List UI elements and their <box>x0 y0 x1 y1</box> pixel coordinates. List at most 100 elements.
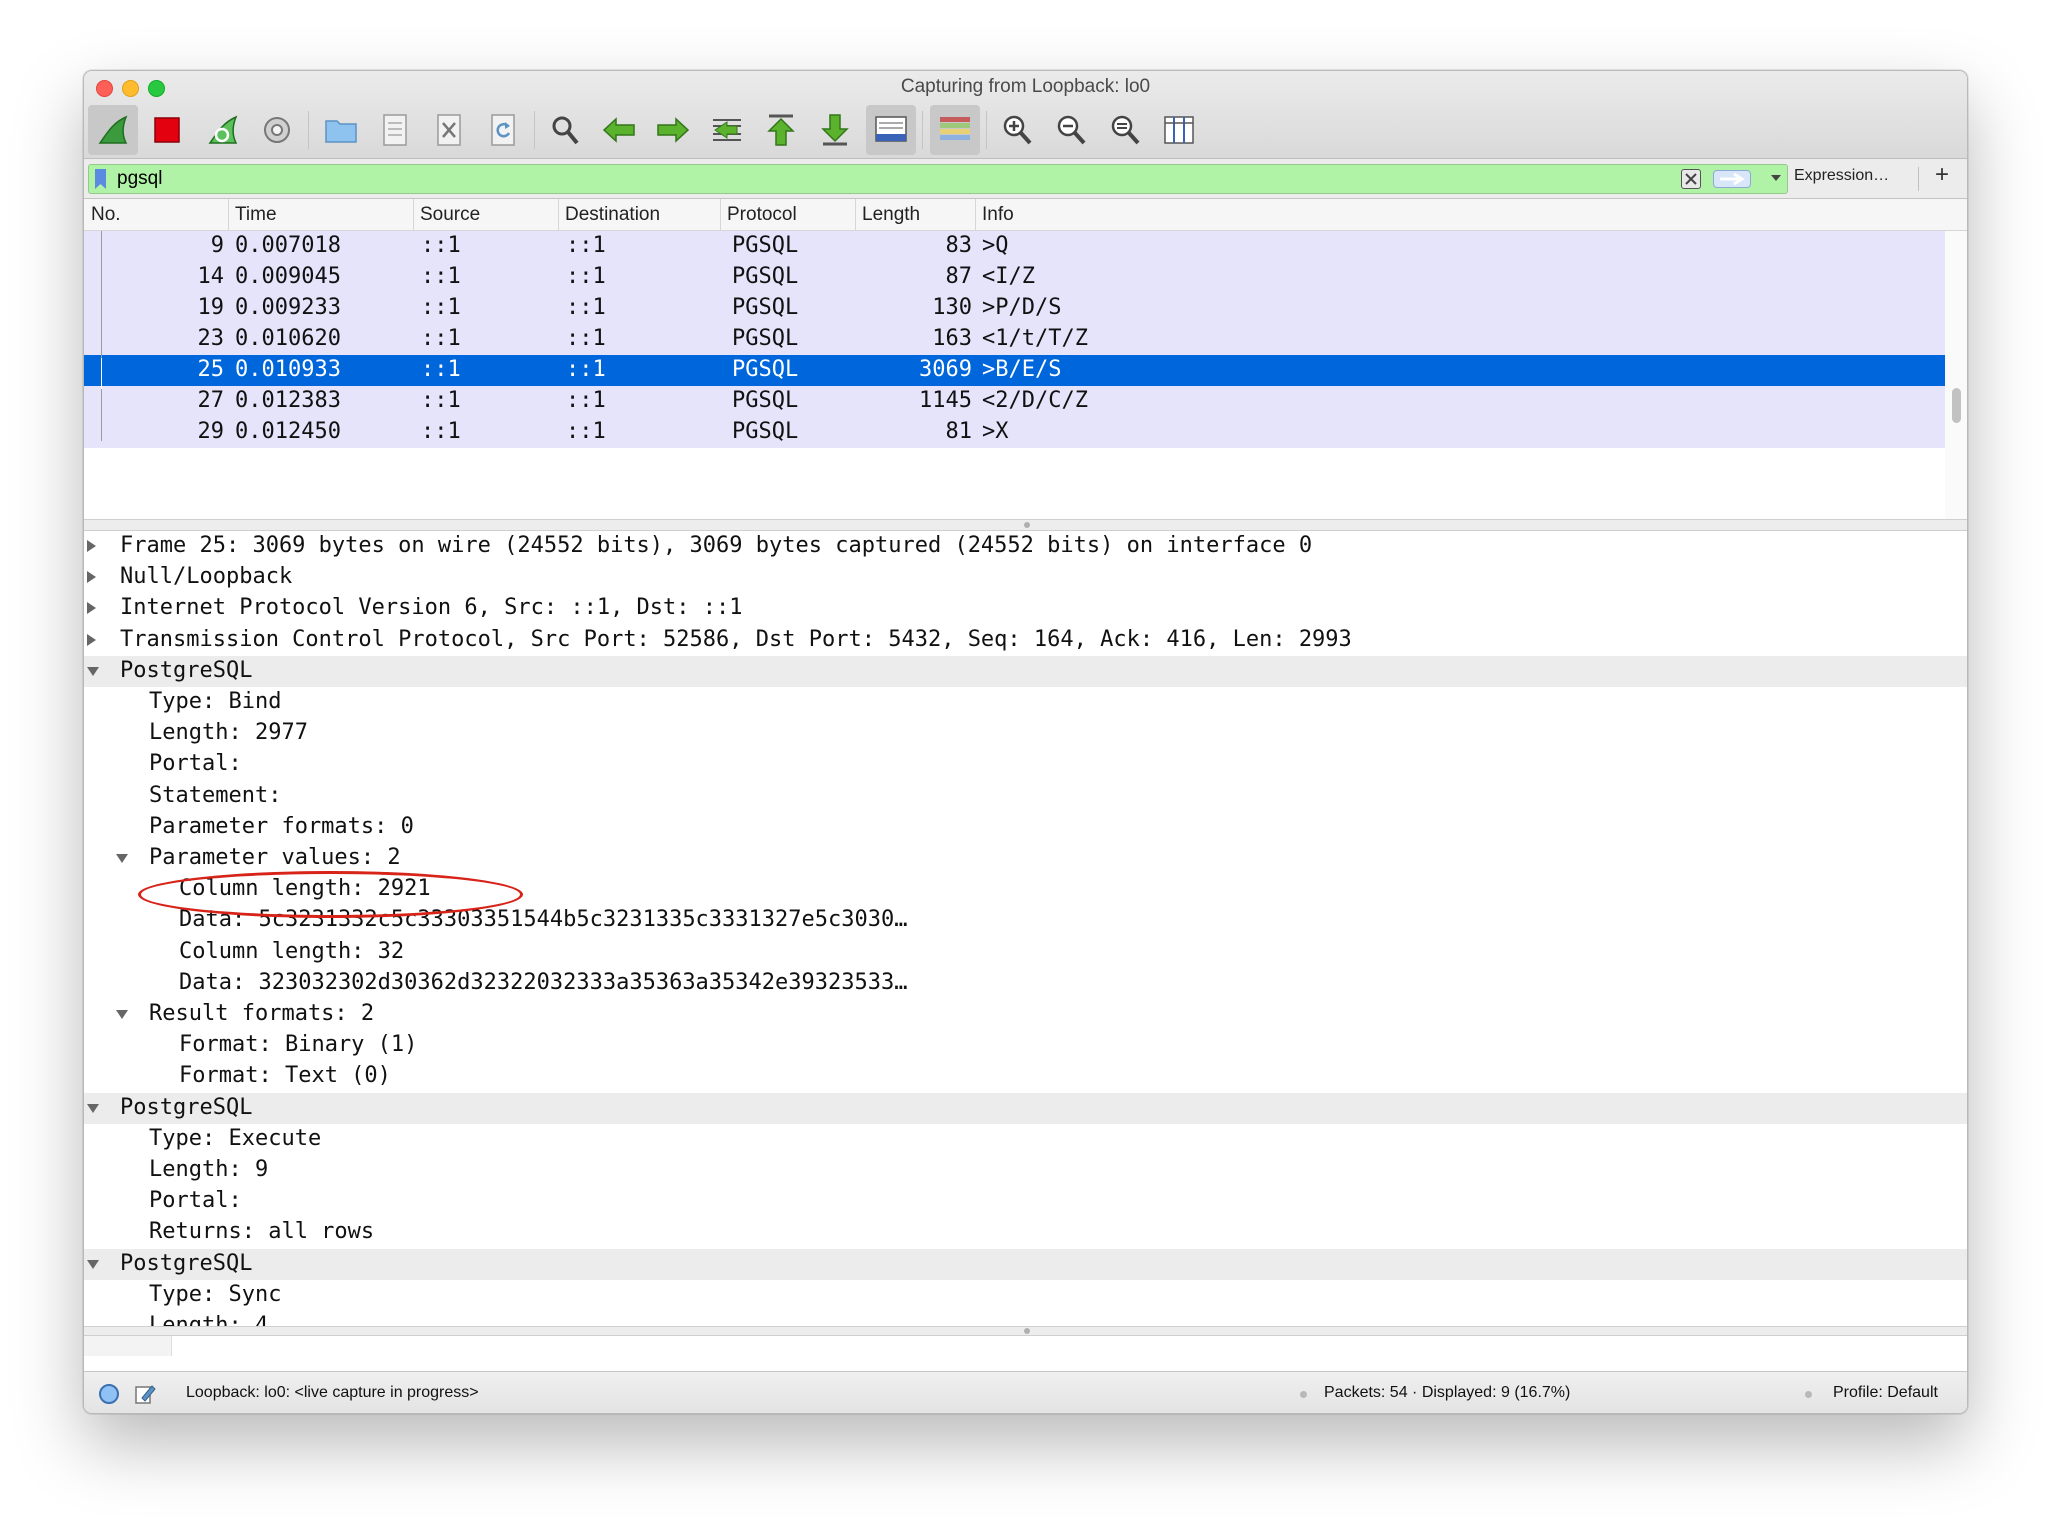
packet-list-header: No. Time Source Destination Protocol Len… <box>84 199 1967 231</box>
normal-size-icon[interactable] <box>1100 105 1150 155</box>
splitter-handle-icon[interactable] <box>1024 1328 1030 1334</box>
column-header-time[interactable]: Time <box>235 204 277 226</box>
expand-chevron-right-icon[interactable] <box>87 540 96 552</box>
close-file-icon[interactable] <box>424 105 474 155</box>
column-header-destination[interactable]: Destination <box>565 204 660 226</box>
go-back-icon[interactable] <box>594 105 644 155</box>
find-packet-icon[interactable] <box>540 105 590 155</box>
detail-tree-row[interactable]: Parameter formats: 0 <box>84 812 1967 843</box>
column-divider[interactable] <box>413 199 414 231</box>
auto-scroll-icon[interactable] <box>866 105 916 155</box>
profile-text[interactable]: Profile: Default <box>1833 1384 1938 1402</box>
detail-tree-row[interactable]: Type: Sync <box>84 1280 1967 1311</box>
column-header-info[interactable]: Info <box>982 204 1014 226</box>
detail-tree-text: PostgreSQL <box>120 1251 253 1276</box>
expand-chevron-right-icon[interactable] <box>87 571 96 583</box>
packet-bytes-pane[interactable] <box>84 1336 1967 1364</box>
packet-row[interactable]: 9 0.007018::1::1 PGSQL 83 >Q <box>84 231 1946 262</box>
detail-tree-row[interactable]: Null/Loopback <box>84 562 1967 593</box>
column-divider[interactable] <box>855 199 856 231</box>
column-divider[interactable] <box>558 199 559 231</box>
packet-row[interactable]: 23 0.010620::1::1 PGSQL 163 <1/t/T/Z <box>84 324 1946 355</box>
cell-time: 0.012450 <box>235 419 341 444</box>
bytes-tab[interactable] <box>84 1336 172 1356</box>
packet-row[interactable]: 27 0.012383::1::1 PGSQL 1145 <2/D/C/Z <box>84 386 1946 417</box>
restart-capture-icon[interactable] <box>198 105 248 155</box>
expression-button[interactable]: Expression… <box>1794 167 1889 185</box>
packet-row[interactable]: 19 0.009233::1::1 PGSQL 130 >P/D/S <box>84 293 1946 324</box>
expert-info-icon[interactable] <box>98 1383 120 1410</box>
expand-chevron-right-icon[interactable] <box>87 602 96 614</box>
expand-chevron-down-icon[interactable] <box>87 667 99 676</box>
resize-columns-icon[interactable] <box>1154 105 1204 155</box>
detail-tree-row[interactable]: PostgreSQL <box>84 1093 1967 1124</box>
packet-details-tree[interactable]: Frame 25: 3069 bytes on wire (24552 bits… <box>84 531 1967 1411</box>
packet-list[interactable]: No. Time Source Destination Protocol Len… <box>84 199 1967 531</box>
detail-tree-row[interactable]: PostgreSQL <box>84 1249 1967 1280</box>
detail-tree-row[interactable]: Result formats: 2 <box>84 999 1967 1030</box>
detail-tree-row[interactable]: PostgreSQL <box>84 656 1967 687</box>
detail-tree-row[interactable]: Portal: <box>84 1186 1967 1217</box>
capture-comment-icon[interactable] <box>134 1383 156 1410</box>
column-header-length[interactable]: Length <box>862 204 920 226</box>
pane-splitter[interactable] <box>84 519 1967 531</box>
detail-tree-row[interactable]: Portal: <box>84 749 1967 780</box>
last-packet-icon[interactable] <box>810 105 860 155</box>
detail-tree-row[interactable]: Frame 25: 3069 bytes on wire (24552 bits… <box>84 531 1967 562</box>
detail-tree-row[interactable]: Type: Execute <box>84 1124 1967 1155</box>
expand-chevron-right-icon[interactable] <box>87 634 96 646</box>
column-header-protocol[interactable]: Protocol <box>727 204 797 226</box>
packet-row[interactable]: 25 0.010933::1::1 PGSQL 3069 >B/E/S <box>84 355 1946 386</box>
clear-filter-icon[interactable] <box>1681 169 1701 189</box>
go-forward-icon[interactable] <box>648 105 698 155</box>
expand-chevron-down-icon[interactable] <box>87 1260 99 1269</box>
detail-tree-row[interactable]: Length: 9 <box>84 1155 1967 1186</box>
go-to-packet-icon[interactable] <box>702 105 752 155</box>
detail-tree-row[interactable]: Format: Text (0) <box>84 1061 1967 1092</box>
bookmark-icon[interactable] <box>95 169 106 189</box>
open-file-icon[interactable] <box>316 105 366 155</box>
detail-tree-row[interactable]: Data: 323032302d30362d32322032333a35363a… <box>84 968 1967 999</box>
packet-row[interactable]: 14 0.009045::1::1 PGSQL 87 <I/Z <box>84 262 1946 293</box>
zoom-out-icon[interactable] <box>1046 105 1096 155</box>
column-header-no[interactable]: No. <box>91 204 121 226</box>
stop-capture-icon[interactable] <box>142 105 192 155</box>
zoom-in-icon[interactable] <box>992 105 1042 155</box>
detail-tree-row[interactable]: Returns: all rows <box>84 1217 1967 1248</box>
detail-tree-row[interactable]: Length: 2977 <box>84 718 1967 749</box>
reload-file-icon[interactable] <box>478 105 528 155</box>
apply-filter-icon[interactable] <box>1713 170 1751 188</box>
detail-tree-row[interactable]: Type: Bind <box>84 687 1967 718</box>
packet-row[interactable]: 29 0.012450::1::1 PGSQL 81 >X <box>84 417 1946 448</box>
packet-list-scroll-thumb[interactable] <box>1952 388 1961 423</box>
first-packet-icon[interactable] <box>756 105 806 155</box>
shark-fin-start-icon[interactable] <box>88 105 138 155</box>
detail-tree-row[interactable]: Column length: 32 <box>84 937 1967 968</box>
detail-tree-row[interactable]: Parameter values: 2 <box>84 843 1967 874</box>
display-filter-value[interactable]: pgsql <box>117 168 162 190</box>
cell-protocol: PGSQL <box>732 264 799 289</box>
filter-history-chevron-down-icon[interactable] <box>1771 175 1781 181</box>
expand-chevron-down-icon[interactable] <box>87 1104 99 1113</box>
column-header-source[interactable]: Source <box>420 204 480 226</box>
detail-tree-row[interactable]: Format: Binary (1) <box>84 1030 1967 1061</box>
column-divider[interactable] <box>720 199 721 231</box>
save-file-icon[interactable] <box>370 105 420 155</box>
capture-options-icon[interactable] <box>252 105 302 155</box>
detail-tree-row[interactable]: Transmission Control Protocol, Src Port:… <box>84 625 1967 656</box>
splitter-handle-icon[interactable] <box>1024 522 1030 528</box>
column-divider[interactable] <box>228 199 229 231</box>
cell-info: <2/D/C/Z <box>982 388 1088 413</box>
column-divider[interactable] <box>975 199 976 231</box>
packet-list-scrollbar[interactable] <box>1945 231 1967 531</box>
status-separator-dot <box>1300 1391 1307 1398</box>
detail-tree-text: Length: 2977 <box>149 720 308 745</box>
expand-chevron-down-icon[interactable] <box>116 854 128 863</box>
expand-chevron-down-icon[interactable] <box>116 1010 128 1019</box>
bytes-pane-splitter[interactable] <box>84 1326 1967 1336</box>
display-filter-input[interactable]: pgsql <box>88 164 1788 194</box>
detail-tree-row[interactable]: Internet Protocol Version 6, Src: ::1, D… <box>84 593 1967 624</box>
detail-tree-row[interactable]: Statement: <box>84 781 1967 812</box>
colorize-icon[interactable] <box>930 105 980 155</box>
add-filter-button[interactable]: + <box>1935 161 1949 189</box>
